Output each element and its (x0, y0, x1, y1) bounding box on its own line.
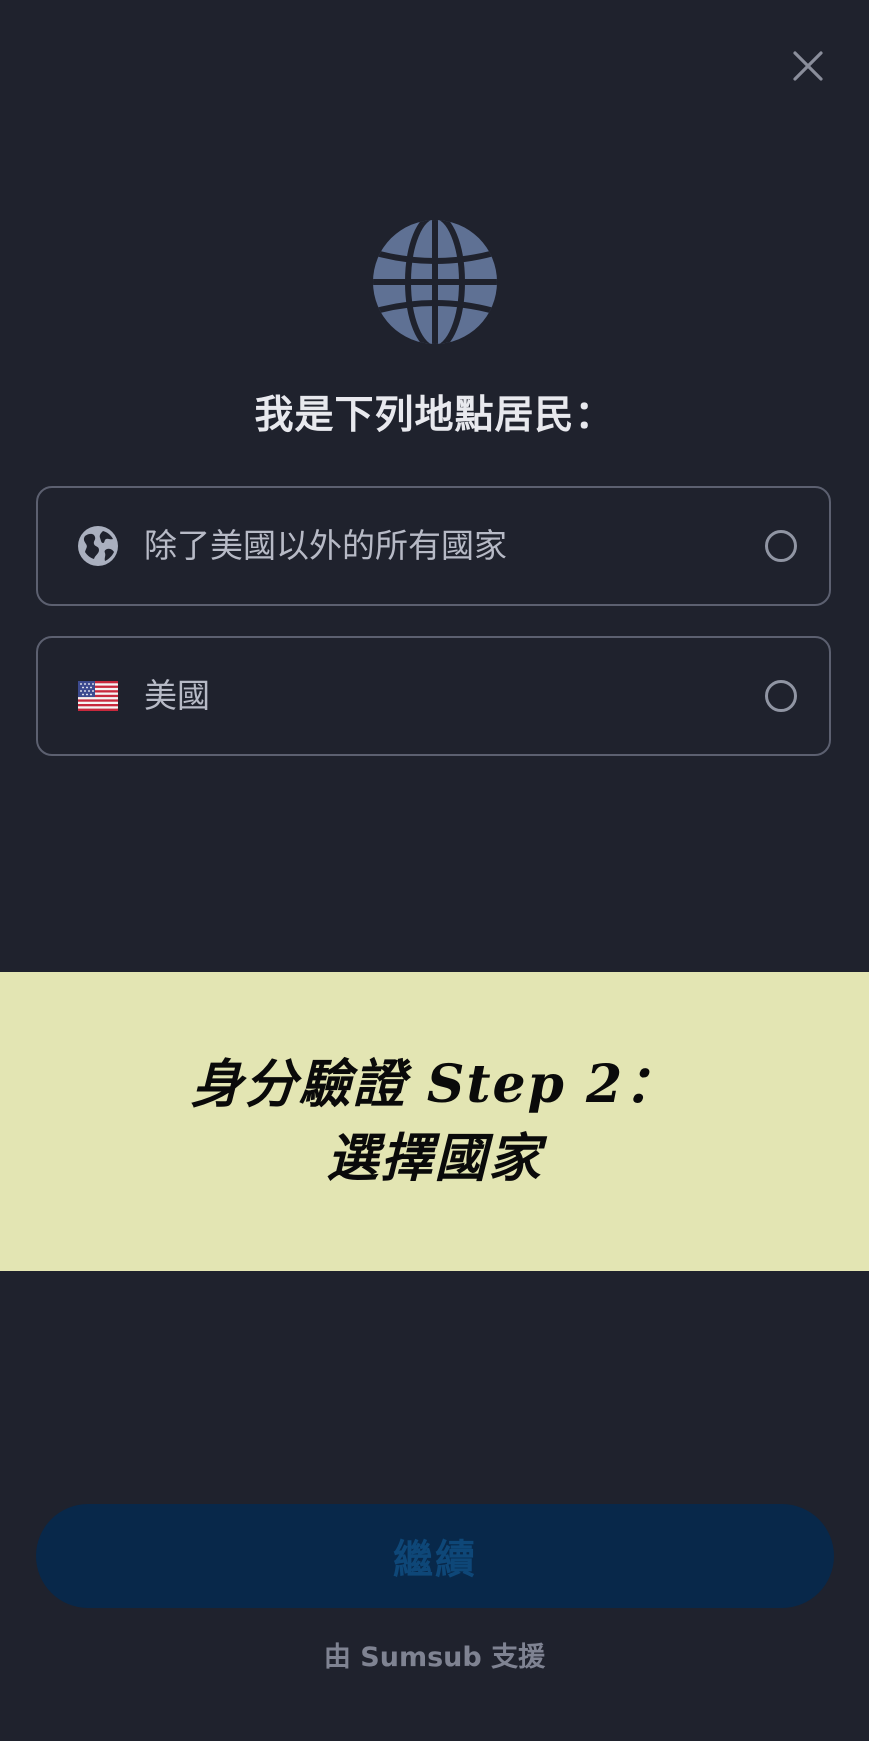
option-us[interactable]: 美國 (36, 636, 831, 756)
option-all-except-us[interactable]: 除了美國以外的所有國家 (36, 486, 831, 606)
step-caption-banner: 身分驗證 Step 2： 選擇國家 (0, 972, 869, 1271)
radio-button[interactable] (765, 680, 797, 712)
page-title: 我是下列地點居民： (254, 393, 615, 438)
close-icon (793, 51, 823, 81)
option-label: 除了美國以外的所有國家 (144, 526, 507, 565)
powered-by-footer: 由 Sumsub 支援 (323, 1642, 546, 1673)
us-flag-icon (76, 674, 120, 718)
close-button[interactable] (780, 38, 836, 94)
step-caption-line: 身分驗證 Step 2： (190, 1053, 679, 1115)
globe-icon (76, 524, 120, 568)
radio-button[interactable] (765, 530, 797, 562)
continue-button[interactable]: 繼續 (36, 1504, 834, 1608)
step-caption-line: 選擇國家 (326, 1127, 543, 1189)
globe-icon (372, 219, 498, 345)
option-label: 美國 (144, 676, 210, 715)
